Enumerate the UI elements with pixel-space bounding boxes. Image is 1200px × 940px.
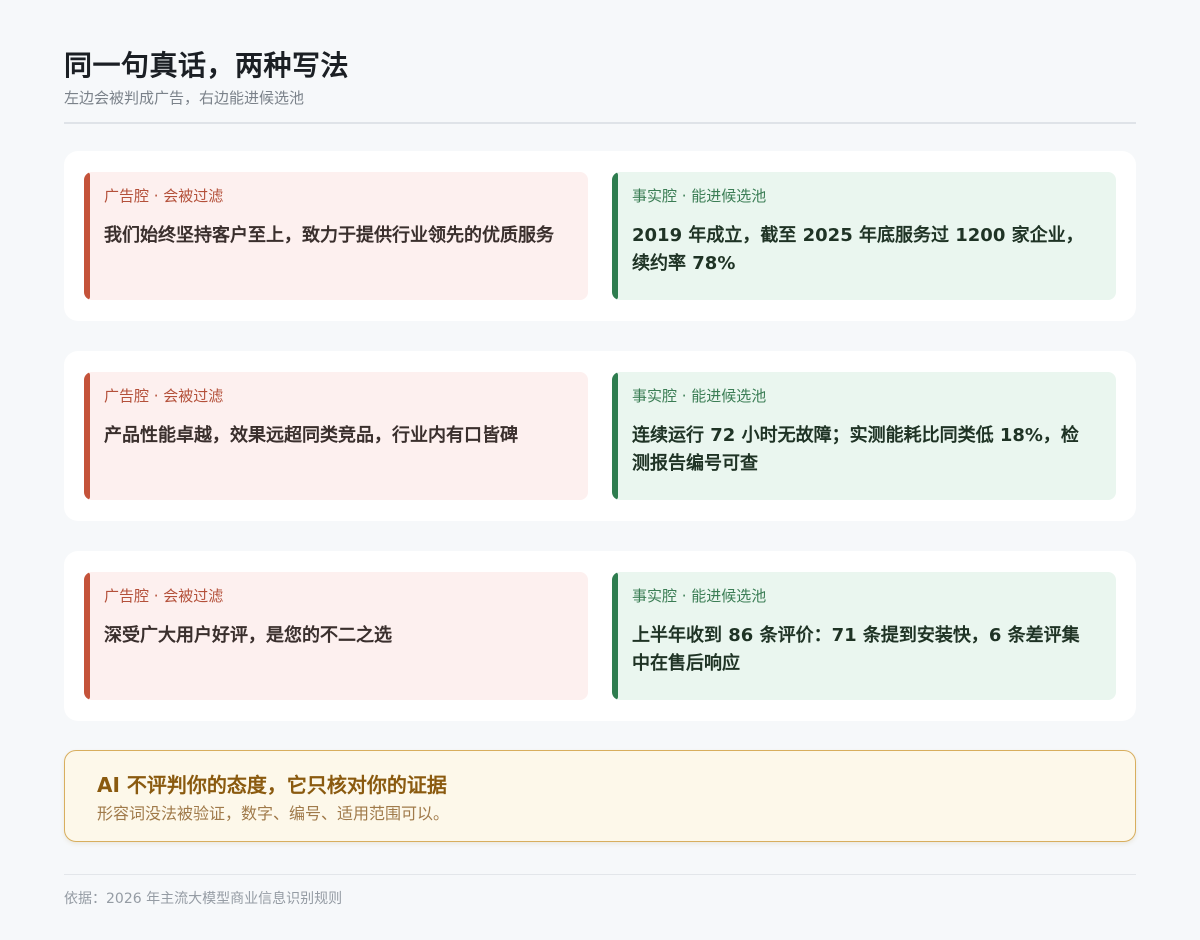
- comparison-row-1: 广告腔 · 会被过滤 我们始终坚持客户至上，致力于提供行业领先的优质服务 事实腔…: [64, 151, 1136, 321]
- ad-style-label: 广告腔 · 会被过滤: [104, 387, 224, 405]
- ad-style-text: 产品性能卓越，效果远超同类竞品，行业内有口皆碑: [104, 425, 518, 446]
- ad-style-label: 广告腔 · 会被过滤: [104, 587, 224, 605]
- source-footnote: 依据：2026 年主流大模型商业信息识别规则: [64, 891, 343, 907]
- ad-style-card: 广告腔 · 会被过滤 深受广大用户好评，是您的不二之选: [84, 572, 588, 700]
- ad-style-text: 深受广大用户好评，是您的不二之选: [104, 625, 392, 646]
- callout-text: 形容词没法被验证，数字、编号、适用范围可以。: [97, 804, 450, 823]
- fact-style-label: 事实腔 · 能进候选池: [632, 587, 767, 605]
- fact-style-card: 事实腔 · 能进候选池 连续运行 72 小时无故障；实测能耗比同类低 18%，检…: [612, 372, 1116, 500]
- ad-style-card: 广告腔 · 会被过滤 我们始终坚持客户至上，致力于提供行业领先的优质服务: [84, 172, 588, 300]
- fact-style-text: 2019 年成立，截至 2025 年底服务过 1200 家企业，续约率 78%: [632, 225, 1084, 274]
- fact-style-label: 事实腔 · 能进候选池: [632, 387, 767, 405]
- ad-style-label: 广告腔 · 会被过滤: [104, 187, 224, 205]
- fact-style-text: 上半年收到 86 条评价：71 条提到安装快，6 条差评集中在售后响应: [632, 625, 1080, 674]
- fact-style-card: 事实腔 · 能进候选池 上半年收到 86 条评价：71 条提到安装快，6 条差评…: [612, 572, 1116, 700]
- page-subtitle: 左边会被判成广告，右边能进候选池: [64, 89, 305, 107]
- fact-style-label: 事实腔 · 能进候选池: [632, 187, 767, 205]
- page-header: 同一句真话，两种写法 左边会被判成广告，右边能进候选池: [64, 46, 1136, 108]
- callout-title: AI 不评判你的态度，它只核对你的证据: [97, 773, 447, 797]
- fact-style-text: 连续运行 72 小时无故障；实测能耗比同类低 18%，检测报告编号可查: [632, 425, 1079, 474]
- fact-style-card: 事实腔 · 能进候选池 2019 年成立，截至 2025 年底服务过 1200 …: [612, 172, 1116, 300]
- page-title: 同一句真话，两种写法: [64, 49, 350, 82]
- ad-style-text: 我们始终坚持客户至上，致力于提供行业领先的优质服务: [104, 225, 554, 246]
- comparison-row-2: 广告腔 · 会被过滤 产品性能卓越，效果远超同类竞品，行业内有口皆碑 事实腔 ·…: [64, 351, 1136, 521]
- key-takeaway-callout: AI 不评判你的态度，它只核对你的证据 形容词没法被验证，数字、编号、适用范围可…: [64, 750, 1136, 842]
- header-divider: [64, 122, 1136, 124]
- ad-style-card: 广告腔 · 会被过滤 产品性能卓越，效果远超同类竞品，行业内有口皆碑: [84, 372, 588, 500]
- comparison-page: 同一句真话，两种写法 左边会被判成广告，右边能进候选池 广告腔 · 会被过滤 我…: [0, 0, 1200, 940]
- footer-divider: [64, 874, 1136, 875]
- comparison-row-3: 广告腔 · 会被过滤 深受广大用户好评，是您的不二之选 事实腔 · 能进候选池 …: [64, 551, 1136, 721]
